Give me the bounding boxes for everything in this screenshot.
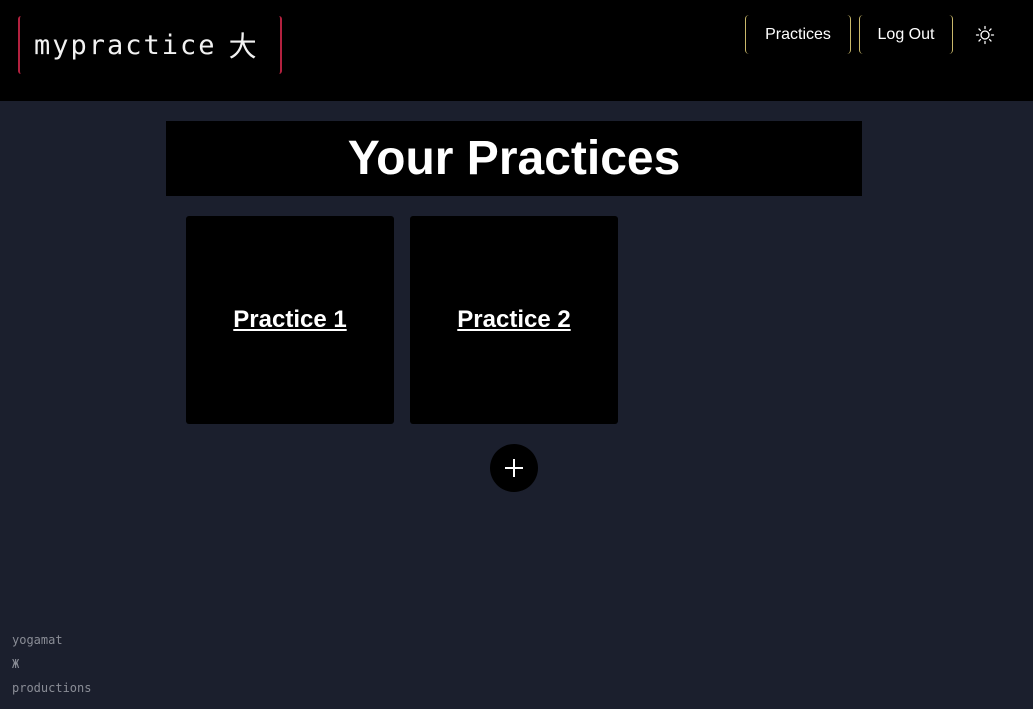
logout-button[interactable]: Log Out (859, 15, 953, 54)
page-title: Your Practices (347, 132, 681, 185)
plus-icon (505, 459, 523, 477)
practice-link[interactable]: Practice 2 (457, 306, 570, 334)
practice-card[interactable]: Practice 2 (410, 216, 618, 424)
footer-line: yogamat (12, 633, 63, 647)
practice-link[interactable]: Practice 1 (233, 306, 346, 334)
page-title-box: Your Practices (166, 121, 862, 196)
practice-card[interactable]: Practice 1 (186, 216, 394, 424)
footer: yogamat Ж productions (12, 628, 91, 700)
header: mypractice 大 Practices Log Out (0, 0, 1033, 101)
logo[interactable]: mypractice 大 (18, 16, 282, 74)
add-practice-button[interactable] (490, 444, 538, 492)
footer-line: productions (12, 681, 92, 695)
sun-icon[interactable] (975, 25, 995, 45)
logo-glyph-icon: 大 (228, 30, 257, 63)
footer-line: Ж (12, 657, 20, 671)
nav-practices-button[interactable]: Practices (745, 15, 851, 54)
logo-text: mypractice (34, 29, 217, 61)
